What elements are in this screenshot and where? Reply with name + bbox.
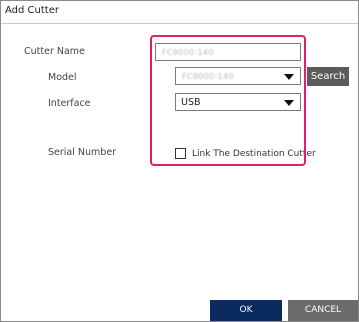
title-bar: Add Cutter [1,1,358,24]
model-label: Model [48,72,77,83]
serial-number-label: Serial Number [48,147,117,158]
search-button[interactable]: Search [307,67,349,86]
interface-label: Interface [48,98,91,109]
add-cutter-dialog: Add Cutter Cutter Name FC9000-140 Model … [0,0,359,322]
highlight-box [150,35,306,166]
cancel-button[interactable]: CANCEL [288,300,358,321]
dialog-title: Add Cutter [5,5,59,16]
cutter-name-label: Cutter Name [24,46,85,57]
ok-button[interactable]: OK [210,300,282,321]
